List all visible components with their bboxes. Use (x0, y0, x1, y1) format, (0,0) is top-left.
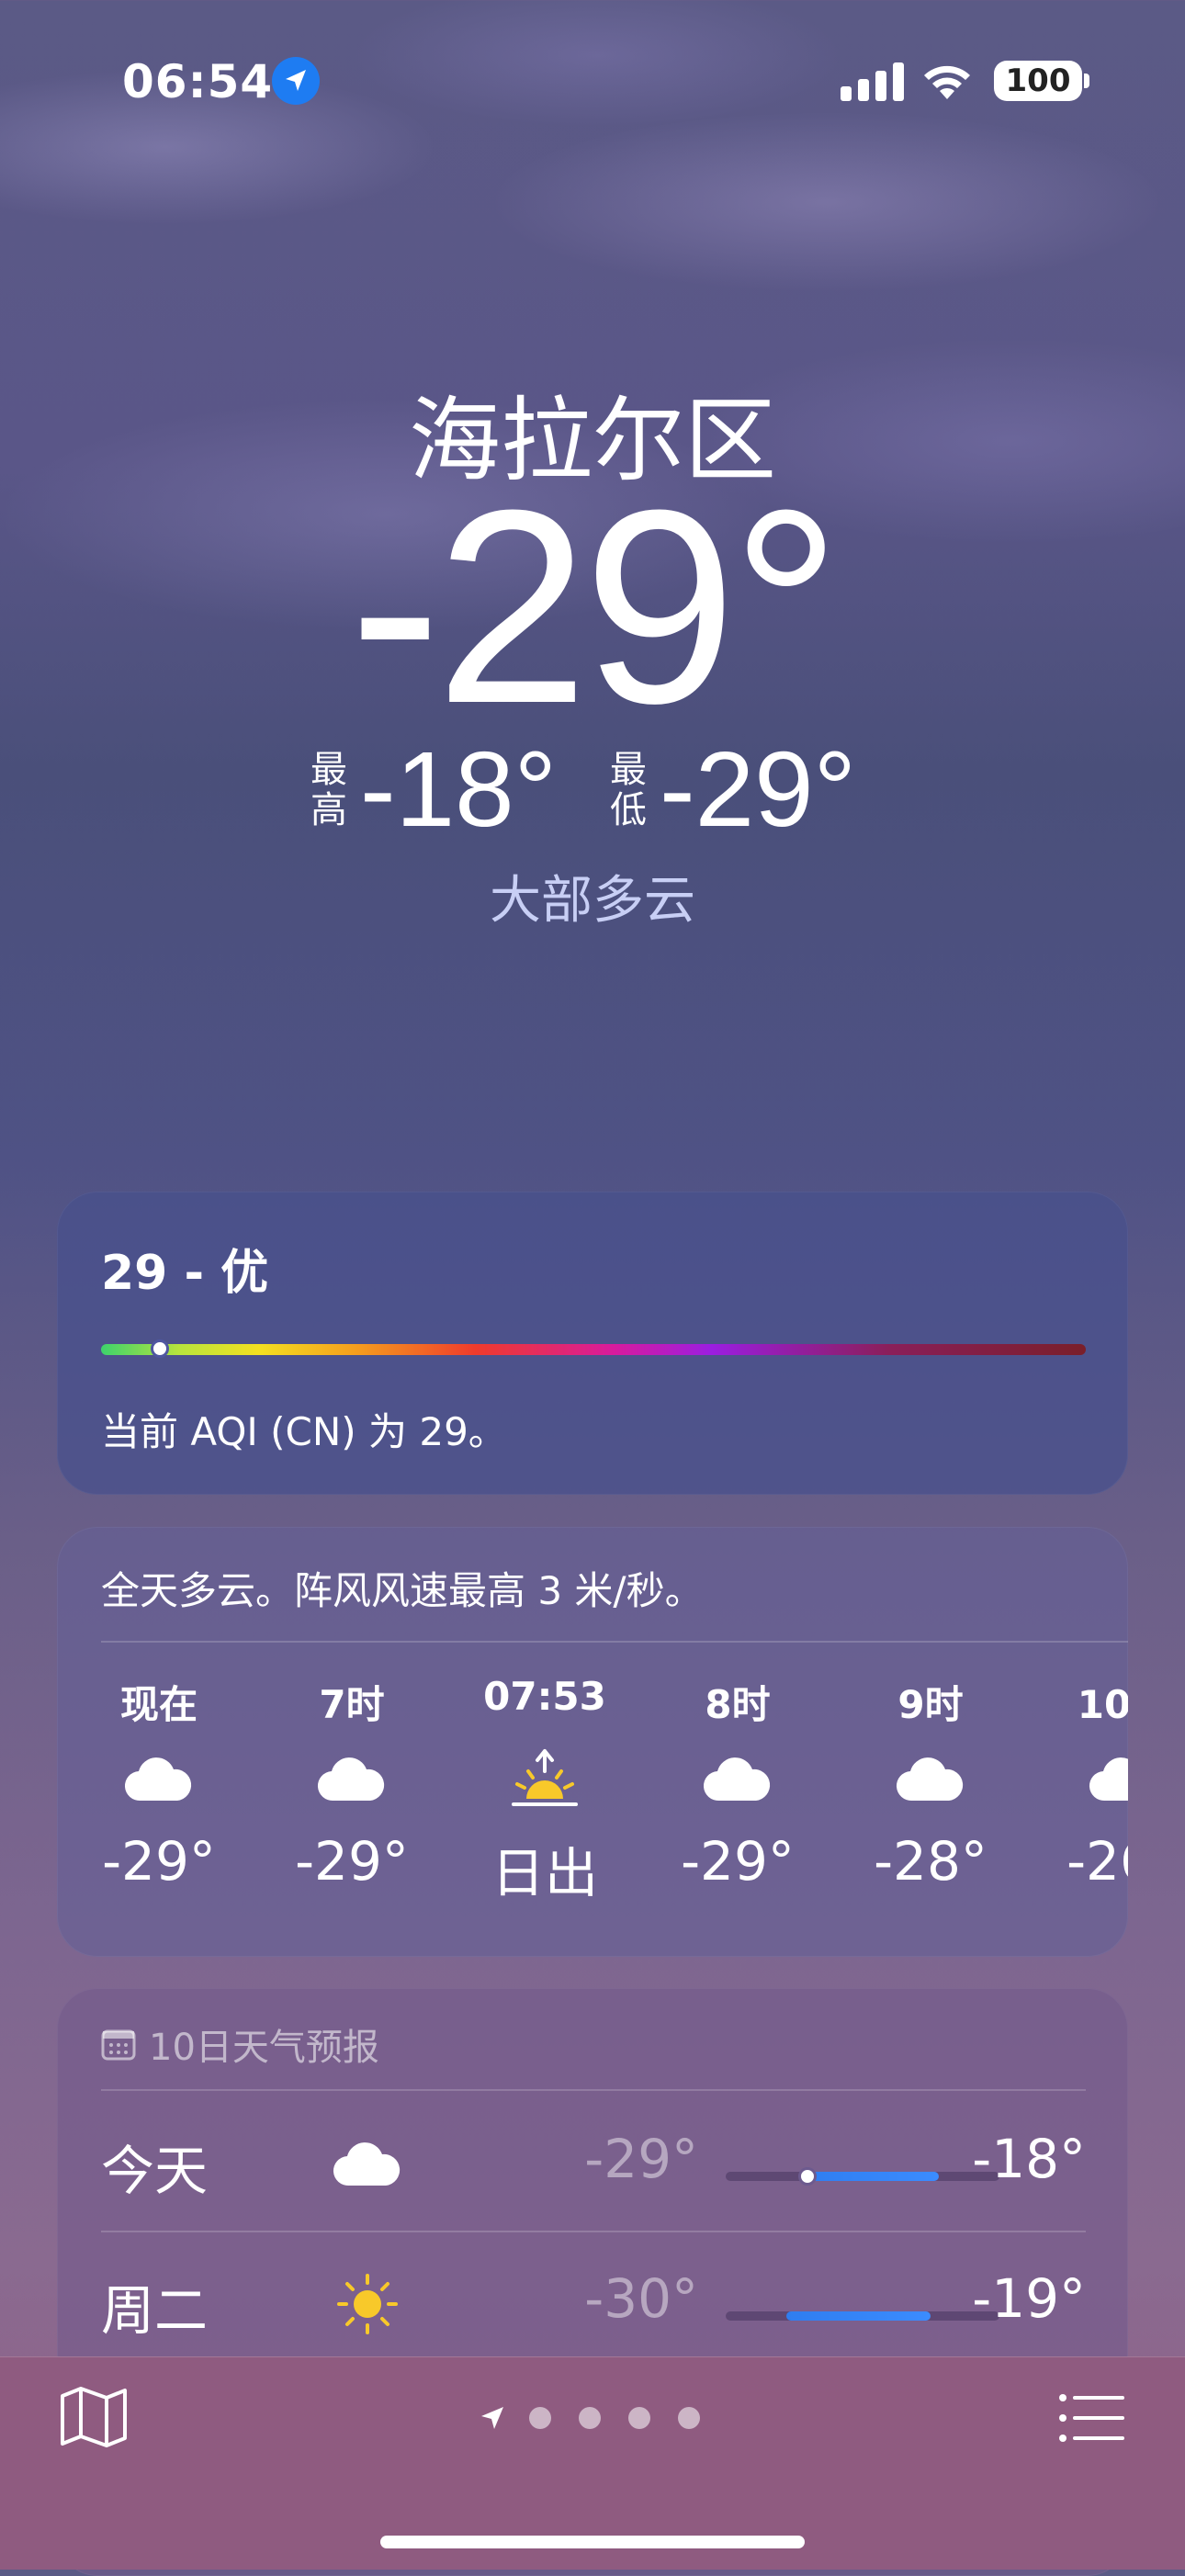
temperature-range-fill (802, 2172, 940, 2181)
high-low: 最高 -18° 最低 -29° (0, 729, 1185, 849)
aqi-description: 当前 AQI (CN) 为 29。 (101, 1409, 507, 1454)
cloud-icon (76, 1729, 242, 1830)
current-temperature: -29° (349, 452, 841, 761)
hour-temperature: -28° (874, 1830, 988, 1892)
aqi-indicator (151, 1339, 170, 1358)
hour-item: 8时 -29° (655, 1674, 820, 1892)
hour-label: 现在 (119, 1682, 198, 1727)
calendar-icon (101, 2029, 136, 2061)
page-dot[interactable] (579, 2407, 601, 2429)
forecast-low: -29° (584, 2128, 698, 2190)
home-indicator (380, 2536, 805, 2548)
hour-temperature: 日出 (491, 1842, 598, 1904)
forecast-low: -30° (584, 2267, 698, 2330)
wifi-icon (924, 65, 970, 99)
page-indicator[interactable] (478, 2403, 717, 2431)
forecast-header: 10日天气预报 (101, 2017, 379, 2071)
page-dot[interactable] (628, 2407, 650, 2429)
location-arrow-icon (272, 57, 320, 105)
page-dot[interactable] (678, 2407, 700, 2429)
cellular-signal-icon (841, 62, 904, 101)
forecast-title: 10日天气预报 (149, 2027, 379, 2069)
forecast-day: 今天 (101, 2140, 209, 2202)
hour-temperature: -29° (681, 1830, 795, 1892)
hourly-forecast-card[interactable]: 全天多云。阵风风速最高 3 米/秒。 现在 -29° 7时 -29° 07:53… (57, 1527, 1128, 1957)
bottom-toolbar (0, 2356, 1185, 2570)
current-temperature-dot (798, 2167, 818, 2186)
high-temperature: -18° (360, 729, 558, 849)
hour-label: 10时 (1077, 1682, 1128, 1727)
status-bar: 06:54 100 (0, 46, 1185, 119)
cloud-icon (269, 1729, 434, 1830)
high-label: 最高 (310, 749, 347, 831)
hour-temperature: -26° (1066, 1830, 1128, 1892)
cloud-icon (848, 1729, 1013, 1830)
sunrise-icon (462, 1729, 627, 1830)
forecast-row[interactable]: 今天 -29° -18° (101, 2093, 1086, 2231)
forecast-high: -18° (972, 2128, 1086, 2190)
temperature-range-fill (785, 2311, 931, 2321)
current-location-icon (481, 2407, 503, 2429)
hour-item: 9时 -28° (848, 1674, 1013, 1892)
hour-item: 7时 -29° (269, 1674, 434, 1892)
hourly-scroller[interactable]: 现在 -29° 7时 -29° 07:53 日出 8时 -29° 9时 -28°… (57, 1527, 1128, 1957)
list-icon[interactable] (1058, 2390, 1126, 2446)
battery-tip (1084, 73, 1089, 88)
forecast-high: -19° (972, 2267, 1086, 2330)
temperature-range-bar (726, 2311, 999, 2321)
forecast-row[interactable]: 周二 -30° -19° (101, 2232, 1086, 2370)
forecast-day: 周二 (101, 2279, 209, 2342)
hour-item: 07:53 日出 (462, 1674, 627, 1907)
low-temperature: -29° (660, 729, 857, 849)
battery-icon: 100 (994, 61, 1082, 101)
hour-label: 8时 (705, 1682, 771, 1727)
condition-text: 大部多云 (490, 871, 695, 931)
status-time: 06:54 (122, 55, 274, 108)
aqi-scale-bar (101, 1344, 1086, 1355)
hour-temperature: -29° (295, 1830, 409, 1892)
hour-label: 9时 (897, 1682, 964, 1727)
hour-item: 现在 -29° (76, 1674, 242, 1892)
aqi-title: 29 - 优 (101, 1246, 269, 1301)
hour-item: 10时 -26° (1041, 1674, 1128, 1892)
temperature-range-bar (726, 2167, 999, 2186)
forecast-divider (101, 2089, 1086, 2091)
page-dot[interactable] (529, 2407, 551, 2429)
cloud-icon (655, 1729, 820, 1830)
air-quality-card[interactable]: 29 - 优 当前 AQI (CN) 为 29。 (57, 1192, 1128, 1495)
low-label: 最低 (610, 749, 647, 831)
hour-temperature: -29° (102, 1830, 216, 1892)
hour-label: 07:53 (483, 1674, 606, 1719)
map-icon[interactable] (59, 2383, 129, 2449)
cloud-icon (1041, 1729, 1128, 1830)
cloud-icon (331, 2128, 404, 2201)
sun-icon (331, 2267, 404, 2341)
hour-label: 7时 (319, 1682, 385, 1727)
